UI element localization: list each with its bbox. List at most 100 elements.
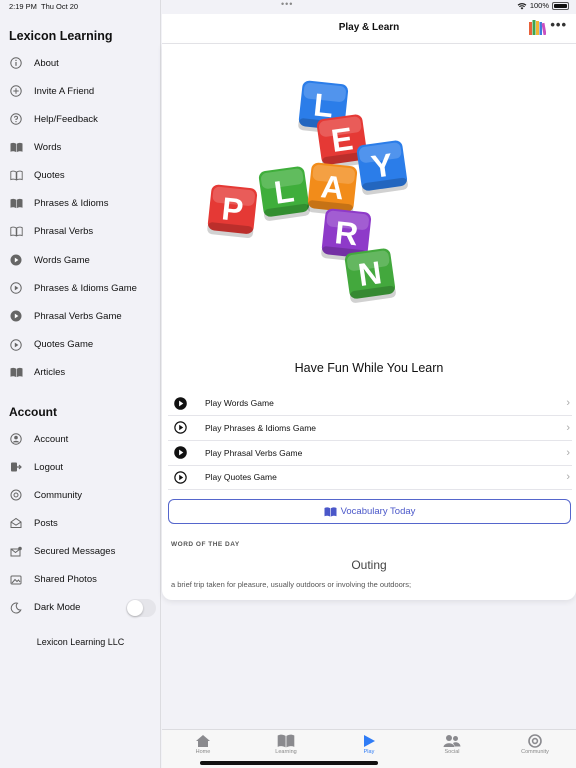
game-row-play-phrases-and-idioms-game[interactable]: Play Phrases & Idioms Game ›	[168, 416, 572, 441]
info-icon	[9, 56, 23, 70]
cube-letter: R	[333, 214, 360, 252]
play-circle-filled-icon	[9, 309, 23, 323]
book-filled-icon	[9, 366, 23, 380]
page-title: Play & Learn	[338, 22, 400, 33]
letter-cube: A	[307, 162, 358, 217]
tab-label: Home	[195, 749, 211, 755]
sidebar-item-label: Shared Photos	[34, 574, 97, 586]
tab-learning[interactable]: Learning	[256, 733, 316, 755]
sidebar-item-phrases-and-idioms[interactable]: Phrases & Idioms	[0, 192, 161, 216]
sidebar-item-label: Logout	[34, 461, 64, 473]
sidebar-item-quotes[interactable]: Quotes	[0, 164, 161, 188]
dark-mode-toggle[interactable]	[126, 599, 156, 617]
book-outline-icon	[9, 225, 23, 239]
at-icon	[9, 488, 23, 502]
game-row-label: Play Phrases & Idioms Game	[205, 422, 317, 433]
sidebar-item-quotes-game[interactable]: Quotes Game	[0, 333, 161, 357]
books-icon[interactable]	[529, 20, 546, 35]
tab-community[interactable]: Community	[505, 733, 565, 755]
sidebar-item-label: Phrasal Verbs	[34, 226, 94, 238]
tab-label: Play	[363, 749, 375, 755]
status-bar: 2:19 PM Thu Oct 20 ••• 100%	[0, 0, 576, 14]
vocabulary-today-button[interactable]: Vocabulary Today	[168, 499, 571, 524]
play-card: L E P L A Y R N Have Fun While You Learn…	[162, 44, 576, 600]
moon-icon	[9, 601, 23, 615]
question-circle-icon	[9, 112, 23, 126]
sidebar-item-label: Phrases & Idioms	[34, 198, 109, 210]
logout-icon	[9, 460, 23, 474]
home-indicator[interactable]	[200, 761, 378, 765]
sidebar: Lexicon Learning About Invite A Friend H…	[0, 0, 161, 768]
sidebar-item-posts[interactable]: Posts	[0, 511, 161, 535]
game-row-play-phrasal-verbs-game[interactable]: Play Phrasal Verbs Game ›	[168, 441, 572, 466]
play-circle-outline-icon	[174, 471, 187, 484]
letter-cube: L	[258, 166, 310, 221]
letter-cube: N	[344, 248, 396, 303]
sidebar-item-account[interactable]: Account	[0, 427, 161, 451]
photo-icon	[9, 573, 23, 587]
letter-cube: P	[207, 184, 258, 239]
sidebar-item-label: Articles	[34, 367, 66, 379]
sidebar-item-help-feedback[interactable]: Help/Feedback	[0, 107, 161, 131]
word-of-day-definition: a brief trip taken for pleasure, usually…	[171, 580, 412, 589]
sidebar-item-label: Posts	[34, 517, 58, 529]
more-icon[interactable]: •••	[550, 17, 567, 32]
sidebar-item-label: Phrasal Verbs Game	[34, 310, 122, 322]
sidebar-item-phrasal-verbs-game[interactable]: Phrasal Verbs Game	[0, 304, 161, 328]
play-circle-filled-icon	[9, 253, 23, 267]
sidebar-item-community[interactable]: Community	[0, 483, 161, 507]
battery-icon	[552, 1, 569, 10]
chevron-right-icon: ›	[566, 421, 570, 434]
person-circle-icon	[9, 432, 23, 446]
sidebar-item-secured-messages[interactable]: Secured Messages	[0, 540, 161, 564]
tab-label: Social	[444, 749, 460, 755]
sidebar-item-articles[interactable]: Articles	[0, 361, 161, 385]
sidebar-item-words[interactable]: Words	[0, 135, 161, 159]
headline: Have Fun While You Learn	[294, 361, 444, 375]
status-date: Thu Oct 20	[41, 2, 79, 11]
main-panel: Play & Learn ••• L E P L A Y R N Have Fu…	[162, 0, 576, 768]
tab-label: Learning	[275, 749, 297, 755]
sidebar-item-label: Words	[34, 141, 62, 153]
sidebar-item-logout[interactable]: Logout	[0, 455, 161, 479]
at-icon	[505, 733, 565, 748]
tab-home[interactable]: Home	[173, 733, 233, 755]
nav-bar: Play & Learn •••	[162, 14, 576, 44]
sidebar-title: Lexicon Learning	[9, 29, 113, 43]
sidebar-item-label: Quotes Game	[34, 339, 94, 350]
play-circle-outline-icon	[9, 281, 23, 295]
game-row-play-quotes-game[interactable]: Play Quotes Game ›	[168, 465, 572, 491]
play-learn-blocks-image: L E P L A Y R N	[207, 80, 408, 303]
sidebar-item-phrases-and-idioms-game[interactable]: Phrases & Idioms Game	[0, 276, 161, 300]
tab-play[interactable]: Play	[339, 733, 399, 755]
word-of-day-word: Outing	[351, 558, 387, 572]
battery-percent: 100%	[529, 1, 549, 10]
sidebar-item-label: Quotes	[34, 170, 65, 182]
sidebar-footer: Lexicon Learning LLC	[36, 637, 125, 647]
play-circle-outline-icon	[174, 421, 187, 435]
status-right: 100%	[517, 1, 569, 10]
cube-letter: A	[319, 168, 346, 206]
play-icon	[339, 733, 399, 748]
envelope-badge-icon	[9, 545, 23, 559]
cube-letter: N	[356, 254, 384, 293]
letter-cube: Y	[356, 140, 408, 195]
sidebar-item-invite-a-friend[interactable]: Invite A Friend	[0, 79, 161, 103]
sidebar-item-words-game[interactable]: Words Game	[0, 248, 161, 272]
play-circle-outline-icon	[9, 338, 23, 352]
sidebar-item-about[interactable]: About	[0, 51, 161, 75]
cube-letter: P	[220, 190, 245, 228]
play-circle-filled-icon	[174, 396, 187, 410]
game-row-play-words-game[interactable]: Play Words Game ›	[168, 391, 572, 416]
multitask-dots-icon[interactable]: •••	[281, 0, 293, 9]
book-filled-icon	[9, 140, 23, 154]
tab-social[interactable]: Social	[422, 733, 482, 755]
sidebar-item-shared-photos[interactable]: Shared Photos	[0, 568, 161, 592]
book-filled-icon	[9, 197, 23, 211]
wifi-icon	[517, 2, 527, 9]
chevron-right-icon: ›	[566, 397, 570, 409]
sidebar-item-label: Help/Feedback	[34, 113, 98, 125]
account-section-title: Account	[9, 405, 57, 419]
sidebar-item-phrasal-verbs[interactable]: Phrasal Verbs	[0, 220, 161, 244]
game-row-label: Play Words Game	[205, 398, 274, 408]
